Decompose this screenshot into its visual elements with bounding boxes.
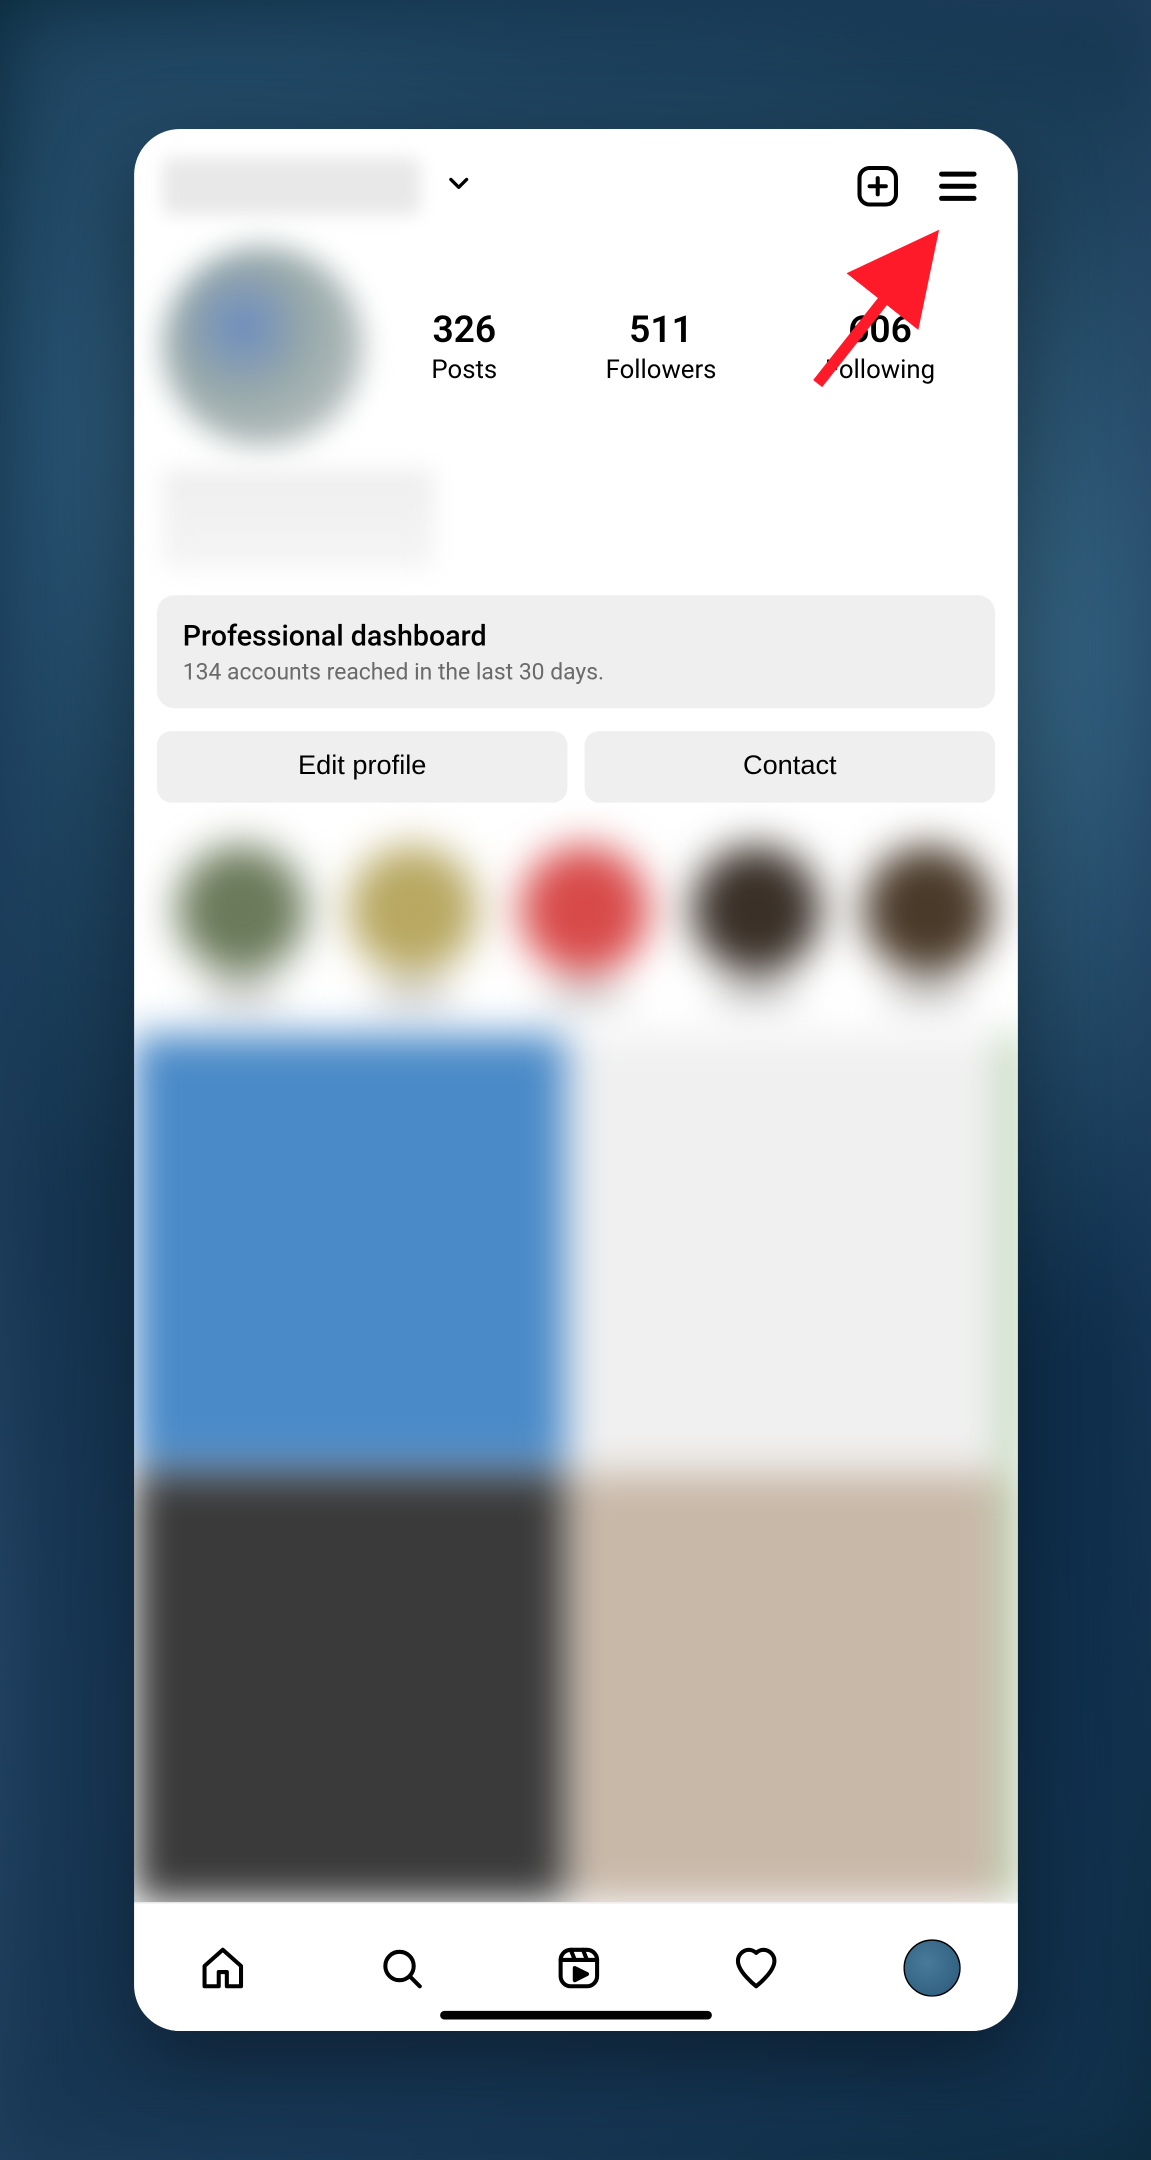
posts-stat[interactable]: 326 Posts (431, 309, 497, 385)
post-thumbnail[interactable] (134, 1034, 565, 1465)
home-tab[interactable] (191, 1936, 254, 1999)
following-count: 606 (824, 309, 934, 352)
posts-grid (134, 1034, 1018, 1902)
post-thumbnail[interactable] (570, 1034, 1001, 1465)
followers-count: 511 (605, 309, 716, 352)
activity-tab[interactable] (725, 1936, 788, 1999)
username-dropdown[interactable] (162, 158, 419, 215)
phone-frame: 326 Posts 511 Followers 606 Following Pr… (134, 129, 1018, 2031)
action-buttons-row: Edit profile Contact (157, 731, 995, 803)
profile-tab[interactable] (903, 1939, 960, 1996)
followers-label: Followers (605, 354, 716, 384)
home-indicator (440, 2011, 712, 2020)
chevron-down-icon[interactable] (443, 168, 474, 205)
profile-avatar[interactable] (162, 246, 362, 446)
highlight-item[interactable] (691, 845, 820, 1005)
hamburger-menu-button[interactable] (926, 155, 989, 218)
profile-stats-row: 326 Posts 511 Followers 606 Following (134, 232, 1018, 461)
highlight-item[interactable] (863, 845, 992, 1005)
dashboard-title: Professional dashboard (182, 618, 969, 652)
bottom-navigation (134, 1902, 1018, 2031)
following-stat[interactable]: 606 Following (824, 309, 934, 385)
contact-button[interactable]: Contact (584, 731, 994, 803)
professional-dashboard-card[interactable]: Professional dashboard 134 accounts reac… (157, 595, 995, 708)
reels-tab[interactable] (547, 1936, 610, 1999)
highlight-item[interactable] (520, 845, 649, 1005)
post-thumbnail[interactable] (570, 1471, 1001, 1902)
post-thumbnail[interactable] (134, 1471, 565, 1902)
highlight-item[interactable] (177, 845, 306, 1005)
posts-label: Posts (431, 354, 497, 384)
story-highlights-row (134, 817, 1018, 1034)
followers-stat[interactable]: 511 Followers (605, 309, 716, 385)
edit-profile-button[interactable]: Edit profile (157, 731, 567, 803)
posts-count: 326 (431, 309, 497, 352)
post-thumbnail[interactable] (1007, 1034, 1017, 1465)
bio-text (162, 469, 434, 569)
profile-header (134, 129, 1018, 232)
search-tab[interactable] (369, 1936, 432, 1999)
following-label: Following (824, 354, 934, 384)
highlight-item[interactable] (348, 845, 477, 1005)
create-post-button[interactable] (846, 155, 909, 218)
post-thumbnail[interactable] (1007, 1471, 1017, 1902)
dashboard-subtitle: 134 accounts reached in the last 30 days… (182, 658, 969, 685)
